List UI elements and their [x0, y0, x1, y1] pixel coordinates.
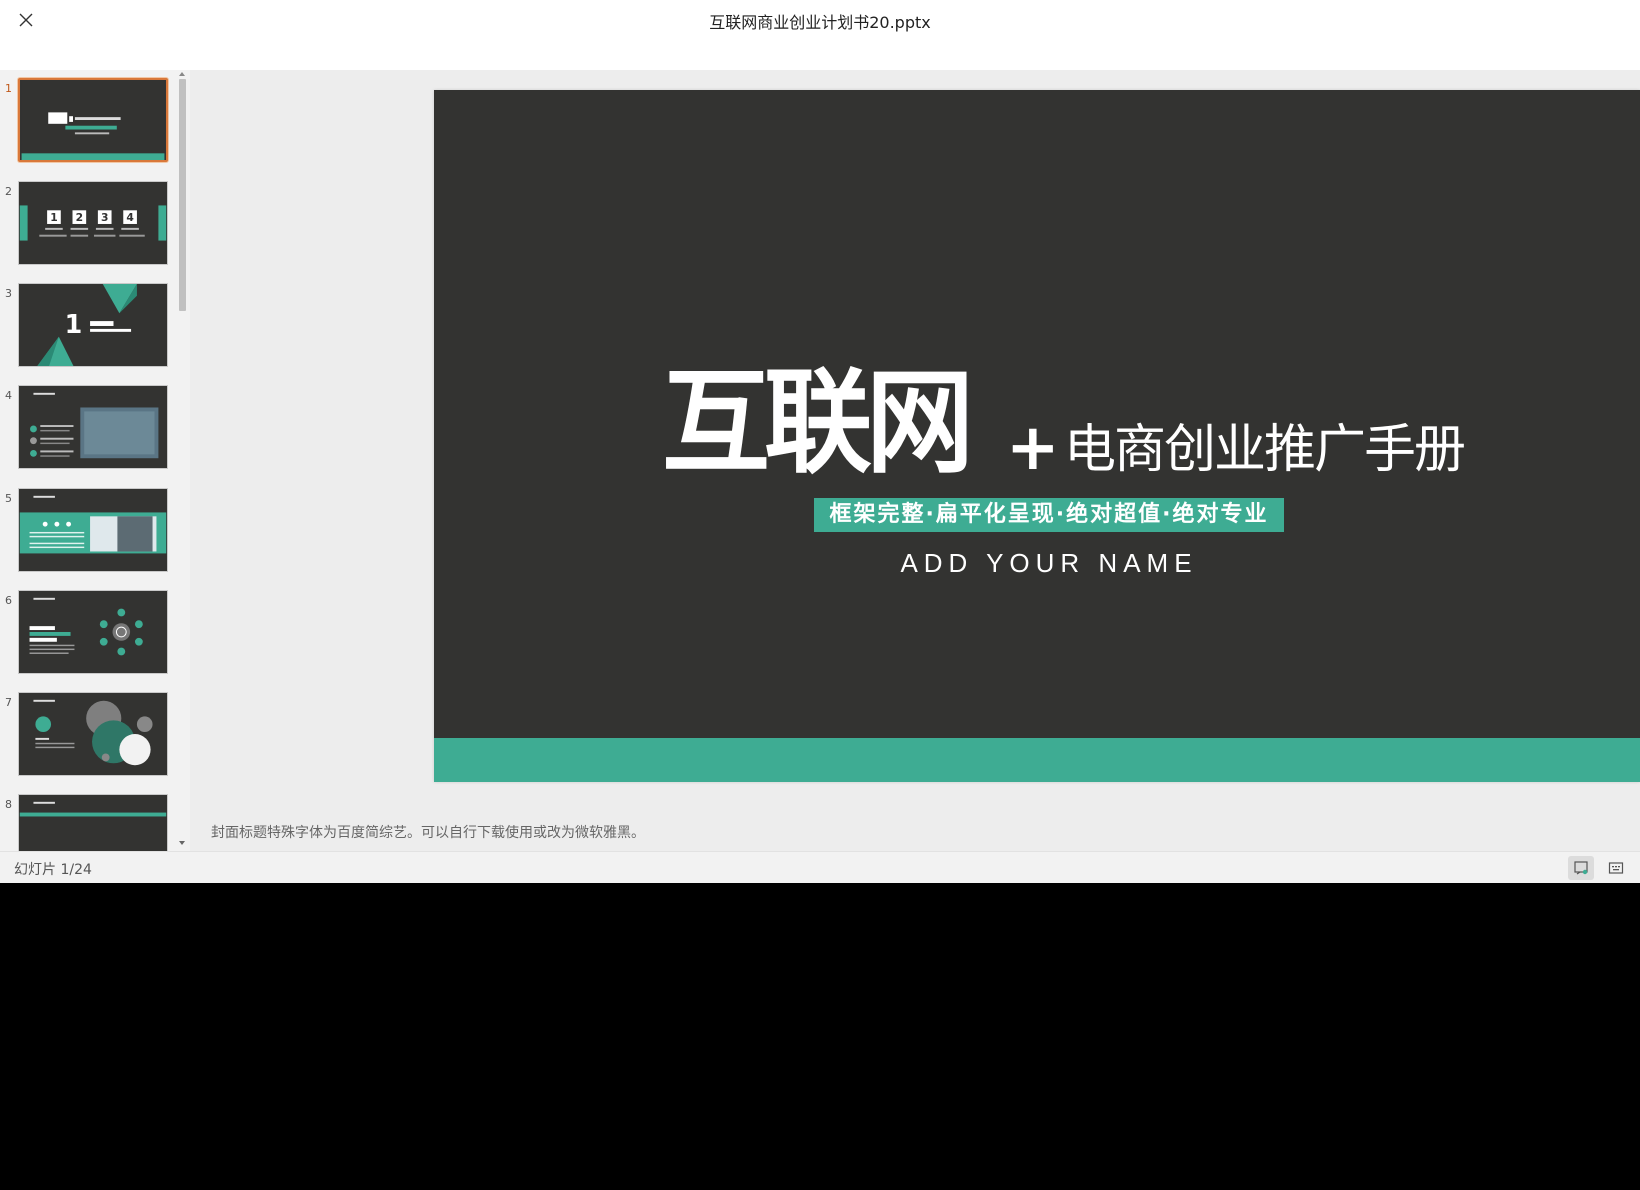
thumbnail-number: 5 [5, 492, 12, 505]
thumbnail-number: 6 [5, 594, 12, 607]
thumbnail-number: 2 [5, 185, 12, 198]
slide-thumbnail-7[interactable] [18, 692, 168, 776]
slide-accent-band [434, 738, 1640, 782]
thumbnail-row: 1 [0, 78, 175, 166]
scrollbar-thumb[interactable] [179, 79, 186, 311]
thumbnail-row: 5 [0, 488, 175, 576]
slide-title-subtitle: 电商创业推广手册 [1064, 420, 1466, 480]
slide-thumbnail-5[interactable] [18, 488, 168, 572]
svg-text:4: 4 [126, 211, 133, 224]
speaker-notes: 封面标题特殊字体为百度简综艺。可以自行下载使用或改为微软雅黑。 [211, 825, 645, 841]
thumbnail-preview [19, 795, 167, 851]
thumbnail-preview: 1 2 3 4 [19, 182, 167, 264]
notes-view-button[interactable] [1568, 856, 1594, 880]
slide-view-button[interactable] [1603, 856, 1629, 880]
svg-text:3: 3 [101, 211, 108, 224]
thumbnail-row: 8 [0, 794, 175, 851]
slide-thumbnail-8[interactable] [18, 794, 168, 851]
thumbnail-row: 7 [0, 692, 175, 780]
thumbnail-number: 8 [5, 798, 12, 811]
thumbnail-number: 3 [5, 287, 12, 300]
current-slide: 互联网 + 电商创业推广手册 框架完整·扁平化呈现·绝对超值·绝对专业 ADD … [434, 90, 1640, 782]
thumbnail-preview [21, 80, 165, 160]
slide-thumbnail-4[interactable] [18, 385, 168, 469]
slide-title-main: 互联网 [662, 357, 974, 490]
slide-view: 互联网 + 电商创业推广手册 框架完整·扁平化呈现·绝对超值·绝对专业 ADD … [190, 70, 1640, 851]
slide-tagline: 框架完整·扁平化呈现·绝对超值·绝对专业 [814, 498, 1284, 532]
thumbnail-preview [19, 591, 167, 673]
presentation-viewer: 互联网商业创业计划书20.pptx 1 2 1 2 3 4 3 1 4 5 6 … [0, 0, 1640, 883]
document-title: 互联网商业创业计划书20.pptx [709, 13, 931, 32]
thumbnail-number: 1 [5, 82, 12, 95]
title-bar: 互联网商业创业计划书20.pptx [0, 0, 1640, 70]
thumbnail-number: 4 [5, 389, 12, 402]
slide-counter: 幻灯片 1/24 [14, 862, 92, 878]
slide-thumbnail-panel: 1 2 1 2 3 4 3 1 4 5 6 7 8 [0, 70, 190, 851]
slide-thumbnail-1[interactable] [18, 78, 168, 162]
thumbnail-row: 3 1 [0, 283, 175, 371]
slide-thumbnail-3[interactable]: 1 [18, 283, 168, 367]
thumbnail-number: 7 [5, 696, 12, 709]
slide-thumbnail-2[interactable]: 1 2 3 4 [18, 181, 168, 265]
scroll-down-arrow-icon[interactable] [179, 841, 185, 845]
scroll-up-arrow-icon[interactable] [179, 72, 185, 76]
thumbnail-preview [19, 489, 167, 571]
slide-thumbnail-6[interactable] [18, 590, 168, 674]
slide-author-name: ADD YOUR NAME [900, 548, 1198, 578]
slide-title-plus: + [1006, 411, 1060, 485]
svg-text:1: 1 [65, 309, 83, 339]
status-bar: 幻灯片 1/24 [0, 851, 1640, 883]
thumbnail-preview [19, 386, 167, 468]
thumbnail-scrollbar[interactable] [178, 70, 187, 851]
notes-view-icon [1574, 861, 1588, 875]
thumbnail-preview: 1 [19, 284, 167, 366]
svg-text:1: 1 [50, 211, 57, 224]
svg-text:2: 2 [76, 211, 83, 224]
thumbnail-row: 2 1 2 3 4 [0, 181, 175, 269]
thumbnail-preview [19, 693, 167, 775]
keyboard-view-icon [1608, 862, 1624, 874]
thumbnail-row: 6 [0, 590, 175, 678]
thumbnail-row: 4 [0, 385, 175, 473]
